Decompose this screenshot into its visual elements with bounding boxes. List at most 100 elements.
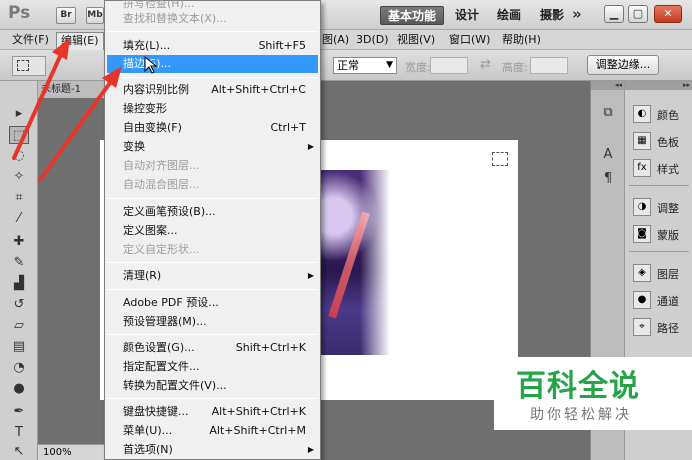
move-tool-icon[interactable]: ▸	[9, 105, 29, 123]
menu-item-define-brush[interactable]: 定义画笔预设(B)...	[107, 203, 318, 221]
panel-label: 色板	[657, 136, 679, 149]
menu-item-menus[interactable]: 菜单(U)... Alt+Shift+Ctrl+M	[107, 422, 318, 440]
panel-label: 图层	[657, 268, 679, 281]
menu-item-preset-manager[interactable]: 预设管理器(M)...	[107, 313, 318, 331]
close-icon[interactable]: ✕	[654, 5, 682, 23]
menu-item-purge[interactable]: 清理(R) ▶	[107, 267, 318, 285]
menu-item-keyboard-shortcuts[interactable]: 键盘快捷键... Alt+Shift+Ctrl+K	[107, 403, 318, 421]
width-field[interactable]	[430, 57, 468, 74]
panel-adjustments[interactable]: ◑ 调整	[629, 196, 692, 218]
menu-item-fill[interactable]: 填充(L)... Shift+F5	[107, 37, 318, 55]
selection-marquee-icon	[492, 152, 508, 166]
type-tool-icon[interactable]: T	[9, 424, 29, 442]
brush-tool-icon[interactable]: ✎	[9, 254, 29, 272]
workspace-essentials[interactable]: 基本功能	[380, 6, 445, 25]
menu-item-pdf-presets[interactable]: Adobe PDF 预设...	[107, 294, 318, 312]
collapse-icon[interactable]: ◂◂	[591, 81, 625, 90]
quick-select-tool-icon[interactable]: ✧	[9, 168, 29, 186]
menu-item-puppet-warp[interactable]: 操控变形	[107, 100, 318, 118]
panel-color[interactable]: ◐ 颜色	[629, 103, 692, 125]
restore-icon[interactable]: ▢	[628, 5, 648, 23]
menu-item-label: 变换	[123, 140, 145, 153]
menu-item-shortcut: Alt+Shift+Ctrl+C	[211, 83, 306, 96]
path-selection-tool-icon[interactable]: ↖	[9, 443, 29, 460]
menu-file[interactable]: 文件(F)	[8, 32, 53, 48]
masks-icon: ◙	[633, 225, 651, 243]
menu-item-label: 定义自定形状...	[123, 243, 200, 256]
panel-label: 通道	[657, 295, 679, 308]
menu-item-define-pattern[interactable]: 定义图案...	[107, 222, 318, 240]
menu-item-label: 首选项(N)	[123, 443, 173, 456]
panel-styles[interactable]: fx 样式	[629, 157, 692, 179]
clone-stamp-tool-icon[interactable]: ▟	[9, 275, 29, 293]
minimize-icon[interactable]: ▁	[604, 5, 624, 23]
marquee-preset-icon	[17, 60, 29, 71]
eraser-tool-icon[interactable]: ▱	[9, 317, 29, 335]
panel-layers[interactable]: ◈ 图层	[629, 262, 692, 284]
swap-icon[interactable]: ⇄	[480, 57, 491, 72]
character-icon[interactable]: A	[598, 145, 618, 165]
blur-tool-icon[interactable]: ◔	[9, 359, 29, 377]
menu-item-label: Adobe PDF 预设...	[123, 296, 219, 309]
dodge-tool-icon[interactable]: ●	[9, 380, 29, 398]
menu-view[interactable]: 视图(V)	[393, 32, 439, 48]
paragraph-icon[interactable]: ¶	[598, 169, 618, 189]
menu-help[interactable]: 帮助(H)	[498, 32, 545, 48]
panel-paths[interactable]: ⌖ 路径	[629, 316, 692, 338]
swatches-icon: ▦	[633, 132, 651, 150]
minibridge-button[interactable]: Mb	[86, 7, 104, 24]
menu-item-convert-profile[interactable]: 转换为配置文件(V)...	[107, 377, 318, 395]
menu-item-free-transform[interactable]: 自由变换(F) Ctrl+T	[107, 119, 318, 137]
menu-item-transform[interactable]: 变换 ▶	[107, 138, 318, 156]
panel-masks[interactable]: ◙ 蒙版	[629, 223, 692, 245]
menu-item-preferences[interactable]: 首选项(N) ▶	[107, 441, 318, 459]
menu-edit[interactable]: 编辑(E)	[56, 32, 104, 51]
menu-item-label: 查找和替换文本(X)...	[123, 12, 227, 25]
refine-edge-button[interactable]: 调整边缘...	[587, 55, 659, 75]
document-tab[interactable]: 未标题-1	[38, 81, 110, 98]
healing-brush-tool-icon[interactable]: ✚	[9, 233, 29, 251]
height-field[interactable]	[530, 57, 568, 74]
menu-item-shortcut: Shift+F5	[258, 39, 306, 52]
menu-item-assign-profile[interactable]: 指定配置文件...	[107, 358, 318, 376]
gradient-tool-icon[interactable]: ▤	[9, 338, 29, 356]
lasso-tool-icon[interactable]: ◌	[9, 147, 29, 165]
color-icon: ◐	[633, 105, 651, 123]
panel-label: 调整	[657, 202, 679, 215]
panel-label: 颜色	[657, 109, 679, 122]
watermark-title: 百科全说	[516, 369, 640, 404]
adjustments-icon: ◑	[633, 198, 651, 216]
layers-icon: ◈	[633, 264, 651, 282]
menu-item-label: 自动混合图层...	[123, 178, 200, 191]
style-select[interactable]: 正常 ▼	[333, 57, 397, 74]
workspace-photography[interactable]: 摄影	[533, 6, 571, 25]
width-label: 宽度:	[405, 61, 431, 74]
tool-preset-picker[interactable]	[12, 56, 46, 76]
image-fade	[360, 170, 390, 355]
menu-item-shortcut: Ctrl+T	[270, 121, 306, 134]
menu-item-stroke[interactable]: 描边(S)...	[107, 55, 318, 73]
menu-item-define-shape: 定义自定形状...	[107, 241, 318, 259]
menu-item-content-aware-scale[interactable]: 内容识别比例 Alt+Shift+Ctrl+C	[107, 81, 318, 99]
paths-icon: ⌖	[633, 318, 651, 336]
pen-tool-icon[interactable]: ✒	[9, 403, 29, 421]
bridge-button[interactable]: Br	[56, 7, 76, 24]
menu-3d[interactable]: 3D(D)	[352, 32, 393, 48]
menu-image[interactable]: 图(A)	[318, 32, 353, 48]
eyedropper-tool-icon[interactable]: ⁄	[9, 210, 29, 228]
menu-item-color-settings[interactable]: 颜色设置(G)... Shift+Ctrl+K	[107, 339, 318, 357]
history-brush-tool-icon[interactable]: ↺	[9, 296, 29, 314]
panel-channels[interactable]: ● 通道	[629, 289, 692, 311]
workspace-design[interactable]: 设计	[448, 6, 486, 25]
marquee-tool-icon[interactable]: ⬚	[9, 126, 29, 144]
history-icon[interactable]: ⧉	[598, 103, 618, 123]
menu-separator	[107, 77, 318, 78]
more-workspaces-icon[interactable]: »	[572, 5, 582, 23]
workspace-painting[interactable]: 绘画	[490, 6, 528, 25]
submenu-arrow-icon: ▶	[307, 271, 314, 280]
panel-swatches[interactable]: ▦ 色板	[629, 130, 692, 152]
expand-panels-icon[interactable]: ▸▸	[625, 81, 692, 90]
crop-tool-icon[interactable]: ⌗	[9, 189, 29, 207]
menu-window[interactable]: 窗口(W)	[445, 32, 494, 48]
menu-item-label: 描边(S)...	[123, 57, 172, 70]
